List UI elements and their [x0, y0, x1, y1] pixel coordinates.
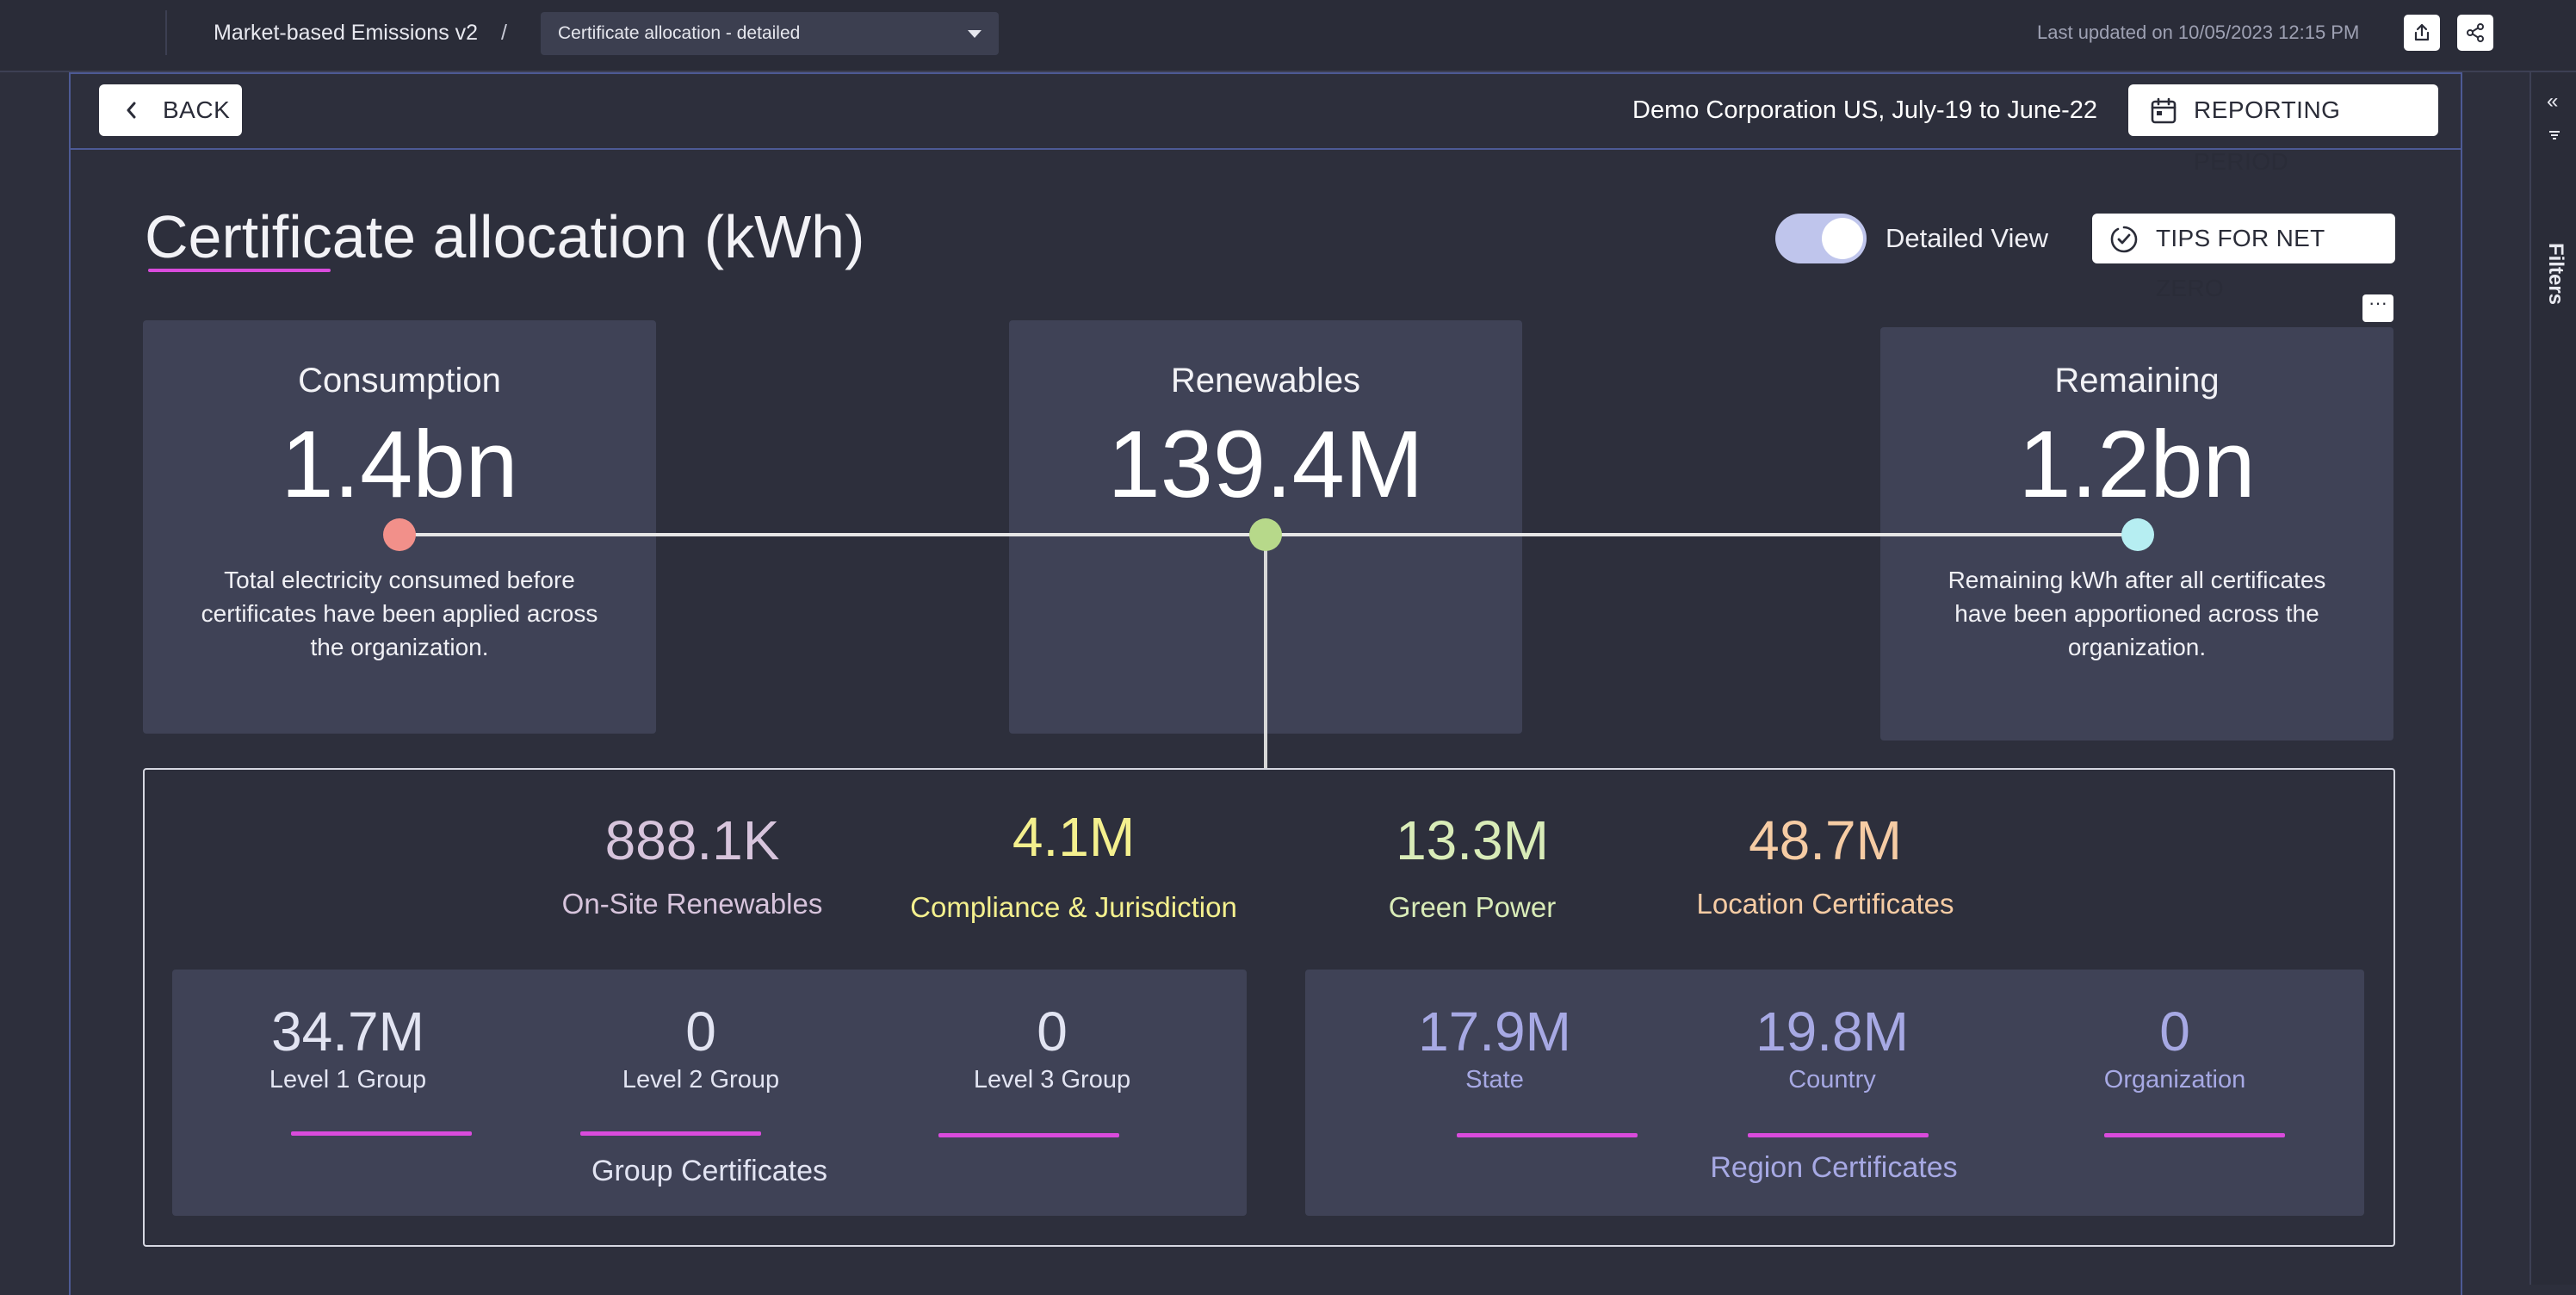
flow-connector: [1264, 534, 1267, 768]
level-1-group-value: 34.7M: [271, 1001, 424, 1063]
state-value: 17.9M: [1418, 1001, 1571, 1063]
card-description-line: the organization.: [310, 634, 489, 660]
country-underline: [1748, 1133, 1929, 1137]
top-bar: Market-based Emissions v2 / Certificate …: [0, 0, 2576, 72]
green-power-value: 13.3M: [1396, 809, 1549, 871]
state-label: State: [1465, 1066, 1524, 1094]
state-underline: [1457, 1133, 1638, 1137]
card-description-line: certificates have been applied across: [201, 600, 598, 627]
level-3-group-label: Level 3 Group: [973, 1066, 1131, 1094]
level-2-group-label: Level 2 Group: [622, 1066, 780, 1094]
card-title: Remaining: [2054, 362, 2220, 400]
tips-for-net-zero-button[interactable]: TIPS FOR NET ZERO: [2092, 214, 2395, 301]
level-3-group-value: 0: [1037, 1001, 1068, 1063]
compliance-value: 4.1M: [1012, 806, 1136, 868]
organization-range: Demo Corporation US, July-19 to June-22: [1632, 96, 2097, 124]
breadcrumb-separator: /: [501, 21, 507, 45]
back-button[interactable]: BACK: [99, 84, 242, 136]
reporting-period-label: REPORTING PERIOD: [2194, 96, 2341, 175]
card-description-line: Remaining kWh after all certificates: [1947, 567, 2326, 593]
location-certificates-label: Location Certificates: [1696, 888, 1954, 920]
tips-label: TIPS FOR NET ZERO: [2156, 225, 2325, 301]
page-title: Certificate allocation (kWh): [145, 203, 865, 270]
reporting-period-button[interactable]: REPORTING PERIOD: [2128, 84, 2438, 175]
filter-icon: [2549, 131, 2560, 139]
last-updated-text: Last updated on 10/05/2023 12:15 PM: [2037, 22, 2360, 43]
level-2-group-value: 0: [685, 1001, 716, 1063]
level-3-underline: [938, 1133, 1119, 1137]
export-button[interactable]: [2404, 15, 2440, 51]
level-1-group-label: Level 1 Group: [269, 1066, 427, 1094]
detailed-view-toggle[interactable]: [1775, 214, 1867, 263]
card-description-line: Total electricity consumed before: [224, 567, 575, 593]
breadcrumb-dashboard-title[interactable]: Market-based Emissions v2: [214, 17, 478, 48]
caret-down-icon: [968, 30, 981, 38]
remaining-dot: [2121, 518, 2154, 551]
header-divider: [71, 148, 2461, 150]
more-options-button[interactable]: ···: [2362, 292, 2393, 322]
level-2-underline: [580, 1131, 761, 1136]
filters-tab[interactable]: Filters: [2538, 227, 2569, 331]
toggle-knob: [1822, 218, 1863, 259]
divider: [165, 10, 167, 55]
on-site-renewables-value: 888.1K: [604, 809, 780, 871]
card-description-line: have been apportioned across the: [1954, 600, 2319, 627]
group-certificates-panel: 34.7M Level 1 Group 0 Level 2 Group 0 Le…: [172, 970, 1247, 1216]
organization-value: 0: [2159, 1001, 2190, 1063]
green-power-label: Green Power: [1388, 891, 1557, 923]
region-certificates-caption: Region Certificates: [1710, 1151, 1958, 1184]
card-value: 1.4bn: [281, 412, 518, 517]
card-title: Consumption: [298, 362, 501, 400]
title-accent-underline: [148, 269, 331, 272]
country-label: Country: [1788, 1066, 1876, 1094]
renewables-dot: [1249, 518, 1282, 551]
region-certificates-panel: 17.9M State 19.8M Country 0 Organization…: [1305, 970, 2364, 1216]
filters-label: Filters: [2544, 242, 2567, 306]
share-icon: [2467, 23, 2484, 42]
on-site-renewables-label: On-Site Renewables: [561, 888, 823, 920]
badge-check-icon: [2110, 226, 2138, 253]
page-selector-value: Certificate allocation - detailed: [558, 23, 801, 43]
organization-underline: [2104, 1133, 2285, 1137]
organization-label: Organization: [2103, 1066, 2246, 1094]
card-value: 1.2bn: [2018, 412, 2256, 517]
calendar-icon: [2151, 97, 2177, 124]
collapse-chevron-icon[interactable]: «: [2547, 90, 2558, 114]
filters-rail[interactable]: « Filters: [2530, 72, 2576, 1285]
share-button[interactable]: [2457, 15, 2493, 51]
country-value: 19.8M: [1756, 1001, 1909, 1063]
export-icon: [2414, 23, 2430, 41]
consumption-dot: [383, 518, 416, 551]
card-value: 139.4M: [1107, 412, 1424, 517]
more-options-icon: ···: [2369, 292, 2387, 313]
card-description-line: organization.: [2067, 634, 2207, 660]
compliance-label: Compliance & Jurisdiction: [910, 891, 1237, 923]
detailed-view-label: Detailed View: [1886, 223, 2048, 253]
page-selector-dropdown[interactable]: Certificate allocation - detailed: [541, 12, 999, 55]
chevron-left-icon: [127, 102, 136, 119]
group-certificates-caption: Group Certificates: [591, 1155, 827, 1187]
back-label: BACK: [163, 96, 231, 123]
card-title: Renewables: [1170, 362, 1361, 400]
location-certificates-value: 48.7M: [1749, 809, 1902, 871]
level-1-underline: [291, 1131, 472, 1136]
